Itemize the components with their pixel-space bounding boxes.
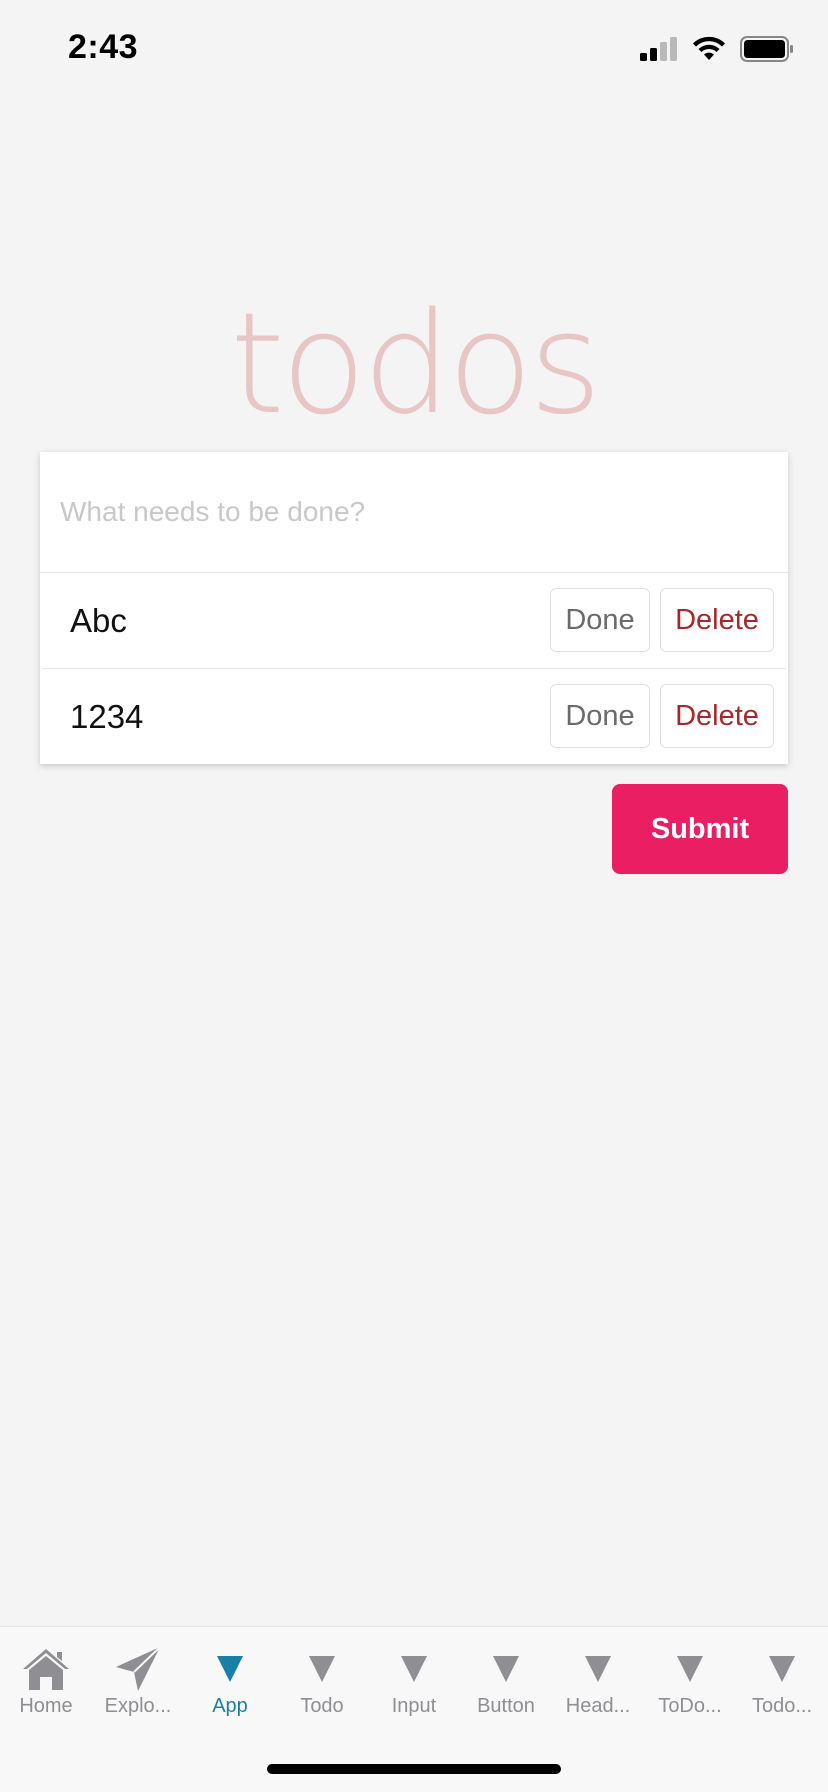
- tab-label: Home: [19, 1695, 73, 1717]
- tab-input[interactable]: Input: [368, 1627, 460, 1737]
- triangle-down-icon: [736, 1645, 828, 1693]
- tab-label: Explo...: [104, 1695, 172, 1717]
- todo-item: Abc Done Delete: [42, 573, 786, 669]
- tab-home[interactable]: Home: [0, 1627, 92, 1737]
- todo-list: Abc Done Delete 1234 Done Delete: [40, 572, 788, 764]
- triangle-down-icon: [460, 1645, 552, 1693]
- tab-app[interactable]: App: [184, 1627, 276, 1737]
- tab-label: Todo...: [751, 1695, 813, 1717]
- done-button[interactable]: Done: [550, 684, 650, 748]
- triangle-down-icon: [644, 1645, 736, 1693]
- todo-item-text: 1234: [70, 697, 144, 735]
- tab-label: Todo: [300, 1695, 344, 1717]
- tab-label: Input: [391, 1695, 437, 1717]
- delete-button[interactable]: Delete: [660, 588, 774, 652]
- tab-heading[interactable]: Head...: [552, 1627, 644, 1737]
- todo-card: Abc Done Delete 1234 Done Delete: [40, 452, 788, 764]
- status-time: 2:43: [68, 28, 139, 66]
- paper-plane-icon: [92, 1645, 184, 1693]
- tab-todo-list[interactable]: ToDo...: [644, 1627, 736, 1737]
- todo-item-text: Abc: [70, 601, 127, 639]
- battery-icon: [740, 36, 794, 67]
- done-button[interactable]: Done: [550, 588, 650, 652]
- tab-todo[interactable]: Todo: [276, 1627, 368, 1737]
- tab-label: App: [212, 1695, 248, 1717]
- home-icon: [0, 1645, 92, 1693]
- triangle-down-icon: [552, 1645, 644, 1693]
- home-indicator: [267, 1764, 561, 1774]
- delete-button[interactable]: Delete: [660, 684, 774, 748]
- new-todo-input[interactable]: [40, 452, 788, 572]
- tab-todo-item[interactable]: Todo...: [736, 1627, 828, 1737]
- tab-button[interactable]: Button: [460, 1627, 552, 1737]
- status-bar: 2:43: [0, 0, 828, 100]
- tab-label: Head...: [565, 1695, 631, 1717]
- signal-icon: [640, 37, 678, 66]
- status-icons: [640, 36, 794, 67]
- screen: 2:43 todos What needs to be done? Abc Do…: [0, 0, 828, 1792]
- wifi-icon: [692, 36, 726, 67]
- tab-label: ToDo...: [658, 1695, 722, 1717]
- tab-explore[interactable]: Explo...: [92, 1627, 184, 1737]
- submit-button[interactable]: Submit: [612, 784, 788, 874]
- tab-list: Home Explo... App Todo Input Button Head…: [0, 1627, 828, 1737]
- todo-item: 1234 Done Delete: [42, 669, 786, 764]
- tab-label: Button: [477, 1695, 535, 1717]
- triangle-down-icon: [276, 1645, 368, 1693]
- triangle-down-icon: [368, 1645, 460, 1693]
- triangle-down-icon: [184, 1645, 276, 1693]
- app-title: todos: [229, 283, 602, 446]
